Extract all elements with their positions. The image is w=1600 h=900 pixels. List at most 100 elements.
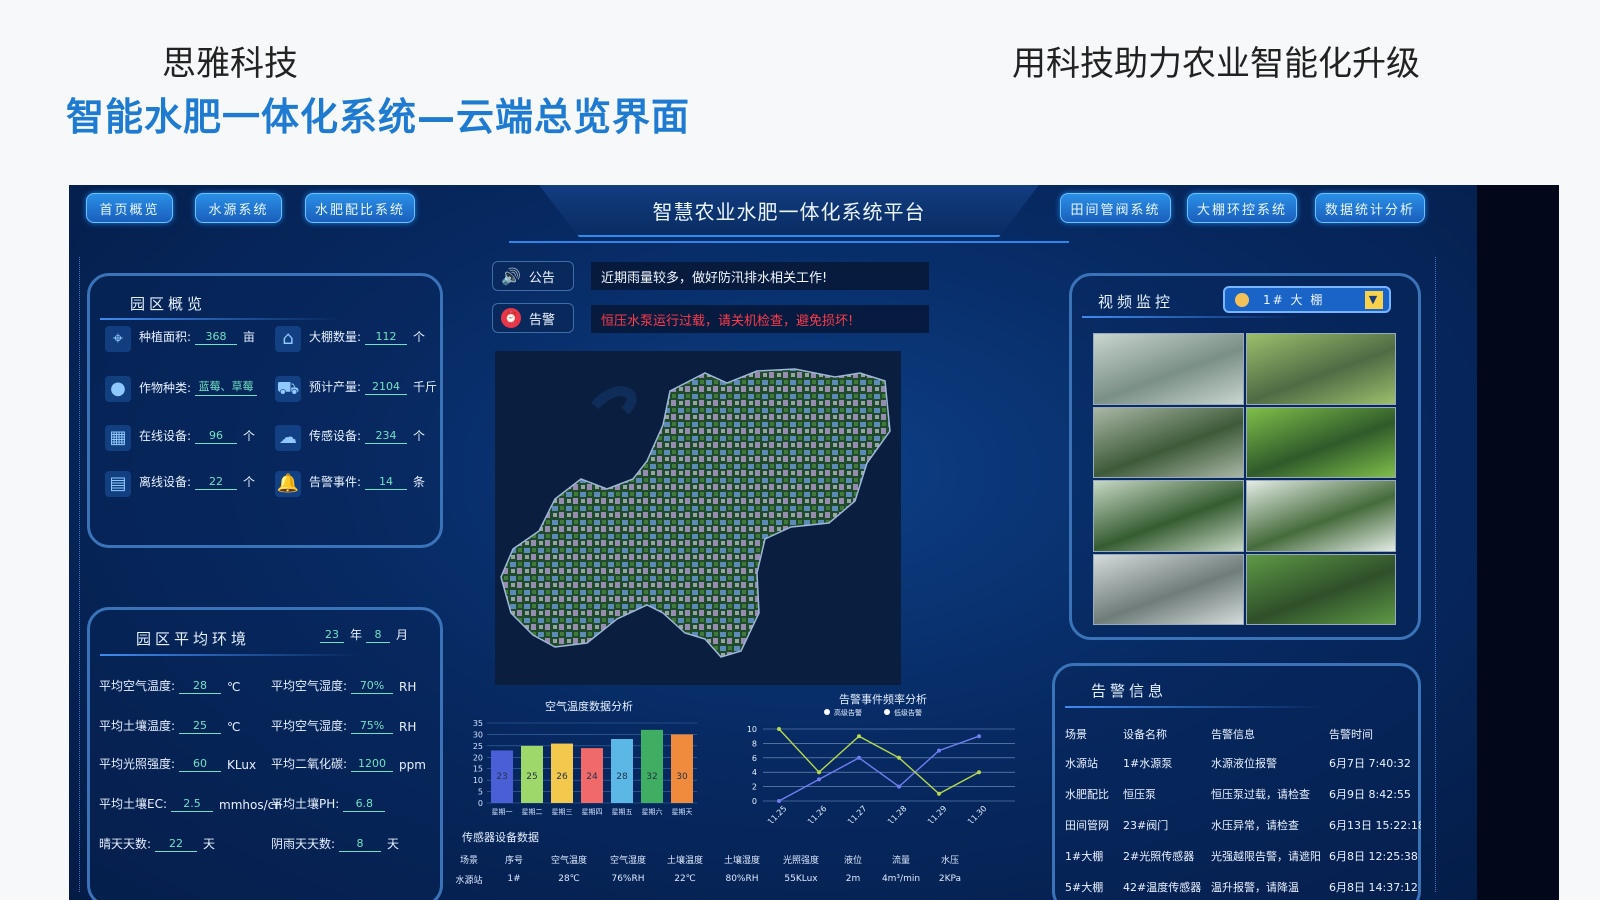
camera-feed[interactable] [1245, 480, 1396, 552]
status-dot-icon [1235, 292, 1249, 307]
air-temp-chart-title: 空气温度数据分析 [545, 700, 633, 713]
nav-data-statistics[interactable]: 数据统计分析 [1315, 193, 1425, 223]
sensor-cell: 80%RH [725, 874, 759, 884]
temp-bar[interactable] [671, 734, 693, 803]
sensor-header-cell: 序号 [504, 855, 523, 866]
alarm-series-point[interactable] [777, 727, 781, 731]
camera-feed[interactable] [1093, 553, 1244, 625]
nav-field-valve[interactable]: 田间管阀系统 [1060, 193, 1171, 223]
environment-item-value: 2.5 [171, 797, 214, 812]
bar-value-label: 28 [616, 772, 628, 782]
bar-y-tick: 35 [473, 719, 483, 728]
sensor-table-header: 场景 序号 空气温度 空气湿度 土壤温度 土壤湿度 光照强度 液位 流量 水压 [449, 849, 1009, 869]
nav-greenhouse-control[interactable]: 大棚环控系统 [1187, 193, 1297, 223]
camera-feed[interactable] [1093, 333, 1244, 405]
video-monitor-title: 视频监控 [1098, 293, 1175, 311]
temp-bar[interactable] [641, 729, 663, 803]
announcement-tab[interactable]: 🔊 公告 [492, 261, 574, 291]
line-x-tick: 11.25 [766, 804, 789, 823]
alert-info-title: 告警信息 [1091, 682, 1168, 700]
environment-item: 平均土壤温度: 25 ℃ [99, 717, 241, 734]
alarm-series-point[interactable] [817, 777, 821, 782]
alert-row[interactable]: 1#大棚 2#光照传感器 光强越限告警，请遮阳 6月8日 12:25:38 [1065, 840, 1421, 871]
park-overview-panel: 园区概览 [87, 273, 443, 548]
line-x-tick: 11.26 [806, 804, 829, 823]
speaker-icon: 🔊 [501, 266, 521, 286]
title-underline [100, 318, 340, 320]
bar-y-tick: 5 [478, 788, 483, 797]
sensor-cell: 水源站 [455, 875, 483, 886]
alarm-series-point[interactable] [977, 734, 981, 739]
environment-item-unit: ℃ [227, 720, 241, 734]
nav-water-source[interactable]: 水源系统 [195, 193, 282, 223]
sensor-cell: 22℃ [674, 874, 696, 884]
alarm-series-point[interactable] [937, 791, 941, 796]
park-map[interactable] [495, 351, 901, 685]
device-icon: ▦ [105, 425, 131, 451]
legend-label: 低级告警 [894, 708, 922, 717]
camera-feed[interactable] [1093, 406, 1244, 478]
overview-item-unit: 个 [413, 429, 426, 443]
bar-category-label: 星期天 [672, 808, 693, 816]
alert-cell: 6月13日 15:22:18 [1329, 818, 1421, 832]
alarm-series-point[interactable] [777, 799, 781, 803]
alarm-series-point[interactable] [857, 734, 861, 739]
alarm-series-point[interactable] [857, 755, 861, 760]
nav-fertilizer-ratio[interactable]: 水肥配比系统 [305, 193, 415, 223]
map-pin-icon: ⌖ [105, 326, 131, 352]
environment-item: 平均土壤EC: 2.5 mmhos/cn [99, 795, 282, 812]
alert-header-cell: 设备名称 [1123, 728, 1167, 741]
environment-item: 平均光照强度: 60 KLux [99, 755, 256, 772]
legend-marker [824, 709, 830, 715]
alert-cell: 42#温度传感器 [1123, 880, 1202, 894]
overview-item-label: 作物种类: [139, 381, 192, 395]
alarm-series-point[interactable] [897, 755, 901, 760]
line-x-tick: 11.27 [846, 804, 869, 823]
camera-feed[interactable] [1245, 553, 1396, 625]
alert-cell: 1#大棚 [1065, 849, 1104, 863]
camera-select[interactable]: 1# 大 棚 ▼ [1223, 286, 1391, 313]
announcement-label: 公告 [528, 270, 555, 286]
alarm-series-point[interactable] [937, 748, 941, 753]
nav-home[interactable]: 首页概览 [86, 193, 173, 223]
alert-row[interactable]: 水肥配比 恒压泵 恒压泵过载，请检查 6月9日 8:42:55 [1065, 778, 1421, 809]
alert-row[interactable]: 5#大棚 42#温度传感器 温升报警，请降温 6月8日 14:37:12 [1065, 871, 1421, 900]
alert-cell: 温升报警，请降温 [1211, 880, 1299, 894]
alert-row[interactable]: 田间管网 23#阀门 水压异常，请检查 6月13日 15:22:18 [1065, 809, 1421, 840]
alarm-series-point[interactable] [977, 770, 981, 775]
sensor-cell: 4m³/min [881, 874, 921, 884]
environment-item-value: 70% [351, 679, 394, 694]
environment-item-value: 22 [155, 837, 198, 852]
environment-item-unit: KLux [227, 758, 257, 772]
camera-feed[interactable] [1245, 333, 1396, 405]
line-x-tick: 11.29 [926, 804, 949, 823]
overview-item-unit: 个 [243, 475, 256, 489]
alarm-series-point[interactable] [817, 770, 821, 775]
overview-item-label: 种植面积: [139, 330, 192, 344]
overview-item-value: 14 [365, 475, 408, 490]
overview-item-value: 112 [365, 330, 408, 345]
line-y-tick: 0 [752, 797, 757, 806]
alarm-freq-line-chart: 高级告警 低级告警 0 2 4 6 8 10 11.25 11.26 11.27 11.28 11.29… [747, 708, 1015, 823]
line-y-tick: 10 [747, 725, 757, 734]
bar-value-label: 26 [556, 772, 568, 782]
alarm-label: 告警 [529, 312, 556, 328]
temp-bar[interactable] [611, 739, 633, 803]
sensor-cell: 55KLux [784, 874, 818, 884]
month-value: 8 [366, 628, 391, 643]
bar-y-tick: 0 [478, 799, 483, 808]
camera-feed[interactable] [1245, 406, 1396, 478]
alarm-series-point[interactable] [897, 784, 901, 789]
drop-icon: ● [105, 376, 131, 402]
camera-feed[interactable] [1093, 480, 1244, 552]
dropdown-arrow-icon[interactable]: ▼ [1365, 290, 1383, 309]
banner-glow-line [509, 237, 1069, 243]
alert-row[interactable]: 水源站 1#水源泵 水源液位报警 6月7日 7:40:32 [1065, 747, 1421, 778]
month-unit: 月 [396, 628, 409, 642]
environment-item-unit: RH [399, 720, 417, 734]
dashboard-screenshot: 首页概览 水源系统 水肥配比系统 智慧农业水肥一体化系统平台 田间管阀系统 大棚… [69, 185, 1559, 900]
alarm-tab[interactable]: ⏰ 告警 [492, 303, 574, 333]
sensor-table-row[interactable]: 水源站 1# 28℃ 76%RH 22℃ 80%RH 55KLux 2m 4m³/min 2KPa [449, 869, 1009, 889]
alarm-icon: ⏰ [501, 308, 521, 328]
overview-item-unit: 个 [413, 330, 426, 344]
